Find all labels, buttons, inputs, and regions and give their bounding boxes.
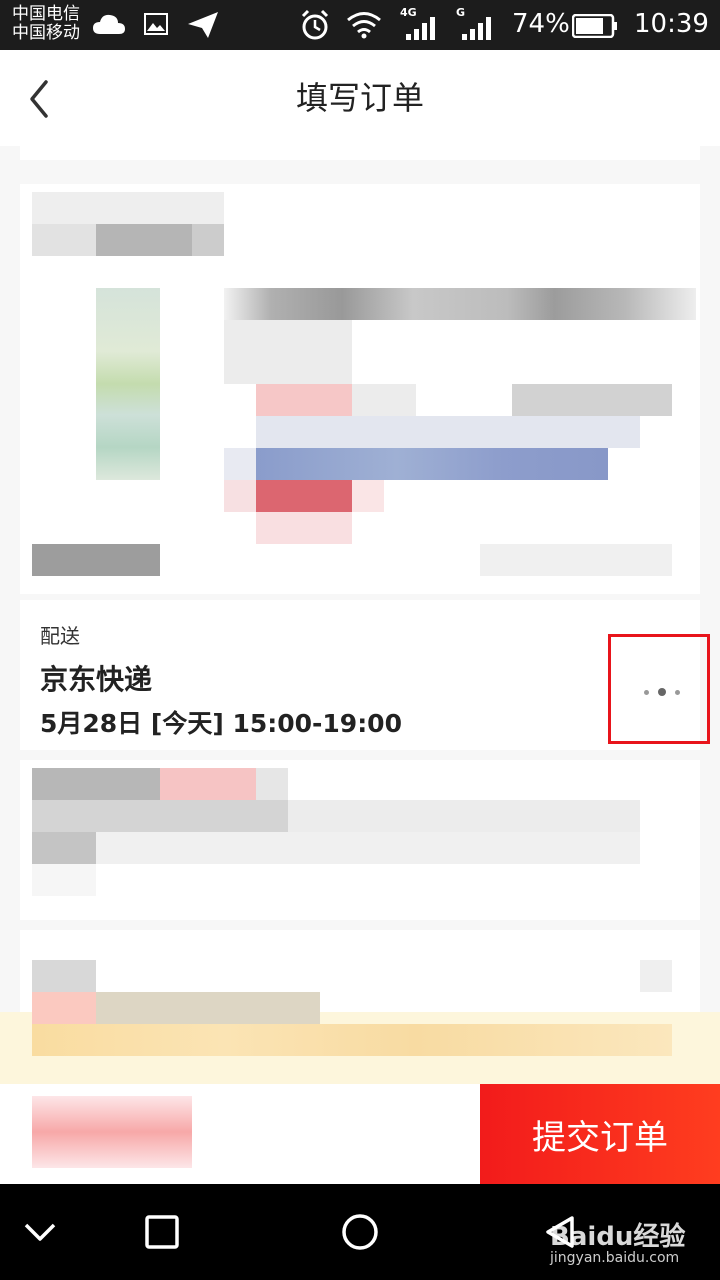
bottom-bar: 提交订单 bbox=[0, 1084, 720, 1184]
blurred-block bbox=[32, 1024, 672, 1056]
blurred-block bbox=[96, 224, 192, 256]
order-content: 配送 京东快递 5月28日 [今天] 15:00-19:00 bbox=[0, 146, 720, 1084]
page-title: 填写订单 bbox=[295, 79, 424, 117]
blurred-block bbox=[32, 992, 96, 1024]
submit-order-button[interactable]: 提交订单 bbox=[480, 1084, 720, 1184]
blurred-block bbox=[480, 544, 672, 576]
delivery-label: 配送 bbox=[40, 624, 80, 648]
nav-down-button[interactable] bbox=[0, 1198, 80, 1266]
blurred-block bbox=[32, 960, 96, 992]
blurred-block bbox=[224, 448, 256, 480]
promo-strip bbox=[0, 992, 720, 1084]
watermark-brand: Baidu经验 bbox=[550, 1222, 686, 1252]
blurred-block bbox=[256, 480, 352, 512]
blurred-block bbox=[352, 480, 384, 512]
nav-recent-button[interactable] bbox=[122, 1198, 202, 1266]
clock: 10:39 bbox=[634, 9, 709, 39]
blurred-block bbox=[32, 800, 288, 832]
blurred-block bbox=[32, 864, 96, 896]
battery-icon bbox=[572, 14, 617, 38]
blurred-block bbox=[96, 832, 640, 864]
blurred-block bbox=[32, 832, 96, 864]
top-card-edge bbox=[20, 146, 700, 160]
blurred-block bbox=[288, 800, 640, 832]
blurred-block bbox=[512, 384, 672, 416]
carrier-info: 中国电信 中国移动 bbox=[12, 5, 80, 43]
delivery-time: 5月28日 [今天] 15:00-19:00 bbox=[40, 709, 402, 738]
blurred-block bbox=[256, 416, 640, 448]
blurred-block bbox=[640, 960, 672, 992]
delivery-company: 京东快递 bbox=[40, 663, 153, 696]
nav-home-button[interactable] bbox=[320, 1198, 400, 1266]
baidu-watermark: Baidu经验 jingyan.baidu.com bbox=[550, 1216, 686, 1266]
blurred-block bbox=[32, 768, 160, 800]
watermark-url: jingyan.baidu.com bbox=[550, 1250, 680, 1266]
send-icon bbox=[188, 12, 218, 38]
invoice-card[interactable] bbox=[20, 760, 700, 920]
image-icon bbox=[144, 13, 168, 35]
signal-icon bbox=[406, 17, 435, 40]
alarm-icon bbox=[301, 9, 329, 40]
wifi-icon bbox=[347, 12, 381, 39]
blurred-block bbox=[256, 512, 352, 544]
blurred-block bbox=[256, 384, 352, 416]
signal-icon-2 bbox=[462, 17, 491, 40]
blurred-block bbox=[160, 768, 256, 800]
delivery-section[interactable]: 配送 京东快递 5月28日 [今天] 15:00-19:00 bbox=[20, 600, 710, 750]
blurred-block bbox=[32, 192, 224, 224]
more-options-button[interactable] bbox=[608, 634, 710, 744]
cloud-icon bbox=[93, 14, 125, 34]
blurred-block bbox=[192, 224, 224, 256]
nav-home-icon bbox=[342, 1214, 378, 1250]
status-bar: 中国电信 中国移动 4G G 74% 10:39 bbox=[0, 0, 720, 50]
carrier-2: 中国移动 bbox=[12, 23, 80, 43]
nav-recent-icon bbox=[145, 1215, 179, 1249]
blurred-block bbox=[32, 224, 96, 256]
blurred-block bbox=[32, 544, 160, 576]
product-title-blur bbox=[224, 288, 696, 320]
product-image[interactable] bbox=[96, 288, 160, 480]
blurred-block bbox=[352, 384, 416, 416]
blurred-block bbox=[224, 320, 352, 384]
carrier-1: 中国电信 bbox=[12, 4, 80, 24]
nav-down-icon bbox=[24, 1223, 56, 1241]
product-card[interactable] bbox=[20, 184, 700, 594]
blurred-total-price bbox=[32, 1096, 192, 1168]
blurred-block bbox=[256, 448, 608, 480]
battery-percent: 74% bbox=[512, 9, 570, 39]
app-header: 填写订单 bbox=[0, 50, 720, 146]
blurred-block bbox=[96, 992, 320, 1024]
blurred-block bbox=[256, 768, 288, 800]
blurred-block bbox=[224, 480, 256, 512]
